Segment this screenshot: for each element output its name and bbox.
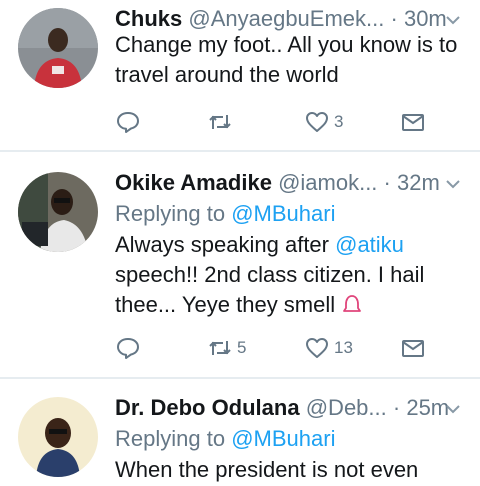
- reply-icon: [115, 335, 141, 361]
- tweet-1[interactable]: Chuks @AnyaegbuEmek... · 30m Change my f…: [0, 0, 480, 150]
- separator-dot: ·: [392, 395, 401, 420]
- timestamp[interactable]: 30m: [404, 6, 447, 31]
- separator-dot: ·: [390, 6, 398, 31]
- tweet-text-part: speech!! 2nd class citizen. I hail thee.…: [115, 262, 425, 317]
- avatar[interactable]: [18, 172, 98, 252]
- chevron-down-icon[interactable]: [445, 401, 461, 417]
- replying-to: Replying to @MBuhari: [115, 200, 335, 228]
- username[interactable]: @AnyaegbuEmek...: [188, 6, 384, 31]
- replying-to-label: Replying to: [115, 201, 226, 226]
- reply-mention-link[interactable]: @MBuhari: [231, 426, 335, 451]
- reply-button[interactable]: [115, 108, 141, 136]
- retweet-button[interactable]: [207, 108, 237, 136]
- tweet-3[interactable]: Dr. Debo Odulana @Deb... · 25m Replying …: [0, 379, 480, 486]
- separator-dot: ·: [383, 170, 391, 195]
- reply-button[interactable]: [115, 334, 141, 362]
- tweet-text: Change my foot.. All you know is to trav…: [115, 32, 458, 87]
- display-name[interactable]: Dr. Debo Odulana: [115, 395, 300, 420]
- dm-button[interactable]: [400, 334, 426, 362]
- tweet-text-part: Always speaking after: [115, 232, 336, 257]
- chevron-down-icon[interactable]: [445, 12, 461, 28]
- retweet-icon: [207, 335, 233, 361]
- replying-to: Replying to @MBuhari: [115, 425, 335, 453]
- avatar[interactable]: [18, 8, 98, 88]
- username[interactable]: @Deb...: [306, 395, 387, 420]
- like-count: 13: [334, 338, 353, 357]
- display-name[interactable]: Okike Amadike: [115, 170, 272, 195]
- dm-button[interactable]: [400, 108, 426, 136]
- reply-mention-link[interactable]: @MBuhari: [231, 201, 335, 226]
- reply-icon: [115, 109, 141, 135]
- mention-link[interactable]: @atiku: [335, 232, 404, 257]
- timestamp[interactable]: 32m: [397, 170, 440, 195]
- tweet-header: Okike Amadike @iamok... · 32m: [115, 170, 440, 196]
- tweet-header: Chuks @AnyaegbuEmek... · 30m: [115, 6, 447, 32]
- chevron-down-icon[interactable]: [445, 176, 461, 192]
- like-icon: [304, 335, 330, 361]
- like-button[interactable]: 3: [304, 108, 343, 136]
- replying-to-label: Replying to: [115, 426, 226, 451]
- tweet-header: Dr. Debo Odulana @Deb... · 25m: [115, 395, 449, 421]
- tweet-actions: 5 13: [115, 334, 435, 362]
- tweet-2[interactable]: Okike Amadike @iamok... · 32m Replying t…: [0, 152, 480, 377]
- like-icon: [304, 109, 330, 135]
- tweet-actions: 3: [115, 108, 435, 136]
- timestamp[interactable]: 25m: [406, 395, 449, 420]
- tweet-text: Always speaking after @atiku speech!! 2n…: [115, 230, 465, 320]
- username[interactable]: @iamok...: [278, 170, 377, 195]
- tweet-text: When the president is not even: [115, 457, 419, 482]
- dm-icon: [400, 335, 426, 361]
- retweet-icon: [207, 109, 233, 135]
- avatar[interactable]: [18, 397, 98, 477]
- retweet-count: 5: [237, 338, 247, 357]
- display-name[interactable]: Chuks: [115, 6, 182, 31]
- bell-emoji-icon: [341, 293, 363, 315]
- like-count: 3: [334, 112, 344, 131]
- dm-icon: [400, 109, 426, 135]
- like-button[interactable]: 13: [304, 334, 353, 362]
- retweet-button[interactable]: 5: [207, 334, 246, 362]
